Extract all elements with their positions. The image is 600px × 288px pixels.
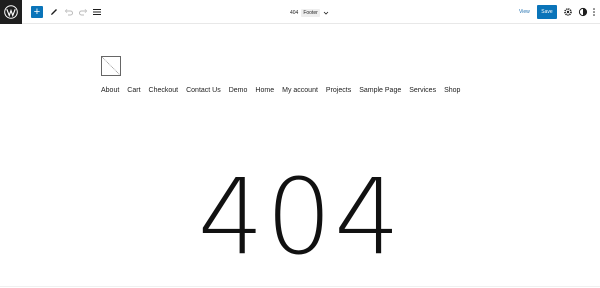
add-block-button[interactable]: +	[31, 6, 43, 18]
nav-item-shop[interactable]: Shop	[444, 86, 460, 95]
nav-item-projects[interactable]: Projects	[326, 86, 351, 95]
wordpress-logo-icon[interactable]	[0, 0, 22, 24]
more-vertical-icon[interactable]	[592, 6, 596, 18]
nav-item-sample-page[interactable]: Sample Page	[359, 86, 401, 95]
nav-item-cart[interactable]: Cart	[127, 86, 140, 95]
nav-item-contact-us[interactable]: Contact Us	[186, 86, 221, 95]
editor-top-toolbar: + 404 Footer View Save	[0, 0, 600, 24]
chevron-down-icon[interactable]	[323, 10, 329, 16]
nav-item-home[interactable]: Home	[255, 86, 274, 95]
gear-icon[interactable]	[563, 7, 573, 17]
divider	[0, 286, 600, 287]
nav-item-checkout[interactable]: Checkout	[149, 86, 179, 95]
undo-icon[interactable]	[64, 7, 74, 17]
nav-item-about[interactable]: About	[101, 86, 119, 95]
nav-item-services[interactable]: Services	[409, 86, 436, 95]
site-logo-placeholder-icon[interactable]	[101, 56, 121, 76]
template-type-badge: Footer	[301, 8, 320, 17]
save-button[interactable]: Save	[537, 5, 557, 19]
error-heading-text: 404	[197, 156, 403, 278]
half-circle-icon[interactable]	[578, 7, 588, 17]
redo-icon[interactable]	[78, 7, 88, 17]
nav-item-my-account[interactable]: My account	[282, 86, 318, 95]
view-button[interactable]: View	[519, 9, 530, 15]
nav-item-demo[interactable]: Demo	[229, 86, 248, 95]
template-name: 404	[290, 9, 299, 16]
document-bar[interactable]: 404 Footer	[290, 8, 329, 17]
list-view-icon[interactable]	[92, 7, 102, 17]
error-heading[interactable]: 404	[0, 162, 600, 272]
pencil-icon[interactable]	[49, 7, 59, 17]
navigation-menu: About Cart Checkout Contact Us Demo Home…	[101, 86, 460, 95]
